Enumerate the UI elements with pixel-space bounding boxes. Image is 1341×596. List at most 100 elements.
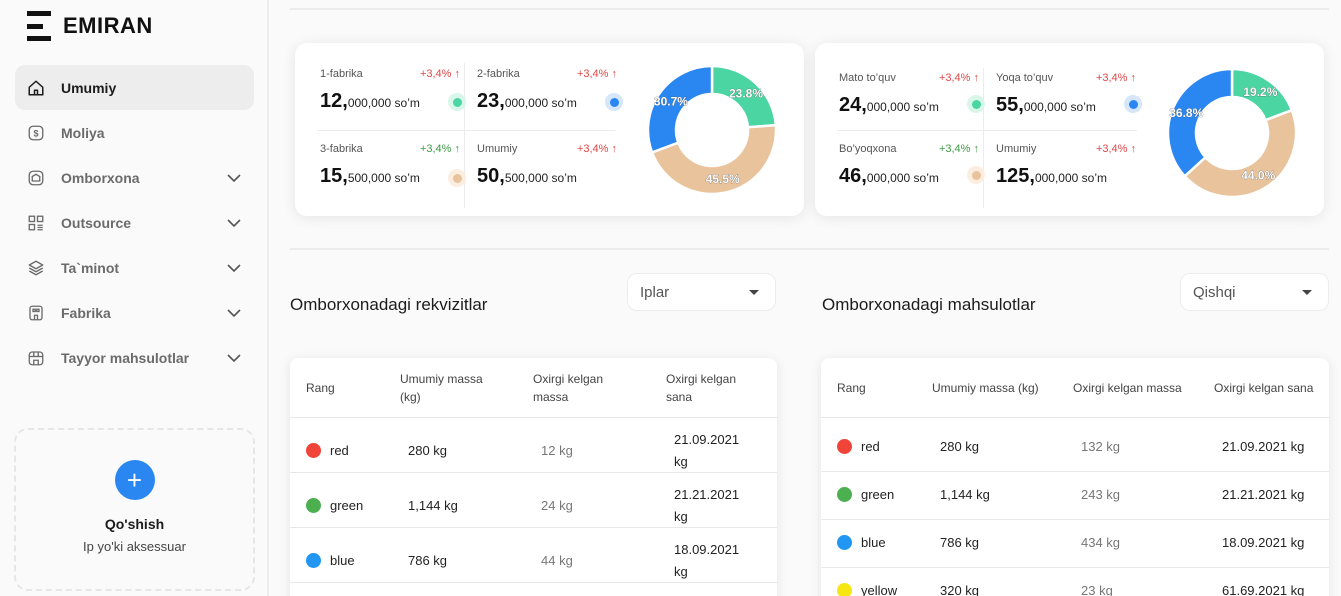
layers-icon: [27, 259, 45, 277]
stat-value: 23, 000,000 so’m: [477, 90, 617, 113]
donut-label: 44.0%: [1241, 169, 1275, 183]
add-button[interactable]: +: [114, 460, 155, 500]
add-item-panel: + Qo'shish Ip yo'ki aksessuar: [14, 428, 255, 591]
row-divider: [821, 519, 1329, 520]
color-name: blue: [330, 553, 355, 568]
stat-value-major: 24,: [839, 94, 867, 116]
table-header: Umumiy massa (kg): [400, 372, 483, 404]
summary-card-fabrika: 1-fabrika +3,4% ↑ 12, 000,000 so’m 2-fabr…: [295, 43, 804, 216]
table-header: Oxirgi kelgan massa: [533, 372, 604, 404]
sidebar-item-umumiy[interactable]: Umumiy: [15, 65, 254, 110]
stat-value-major: 55,: [996, 94, 1024, 116]
color-name: red: [330, 443, 349, 458]
requisites-table: Rang Umumiy massa (kg) Oxirgi kelgan mas…: [290, 358, 777, 596]
sidebar-item-tayyor-mahsulotlar[interactable]: Tayyor mahsulotlar: [15, 335, 254, 380]
color-name: yellow: [861, 583, 898, 596]
last-mass-cell: 132 kg: [1081, 439, 1121, 454]
stat-block: Umumiy +3,4% ↑ 125, 000,000 so’m: [996, 143, 1136, 188]
card-divider: [317, 130, 615, 131]
last-mass-cell: 12 kg: [541, 443, 573, 458]
last-mass-cell: 24 kg: [541, 498, 573, 513]
color-cell: blue: [837, 535, 886, 550]
color-dot: [306, 498, 321, 513]
stat-value: 125, 000,000 so’m: [996, 165, 1136, 188]
sidebar-item-fabrika[interactable]: Fabrika: [15, 290, 254, 335]
mass-cell: 280 kg: [940, 439, 980, 454]
date-cell: 18.09.2021 kg: [674, 542, 740, 579]
chevron-down-icon: [227, 264, 241, 273]
sidebar-item-taminot[interactable]: Ta`minot: [15, 245, 254, 290]
stat-delta: +3,4% ↑: [938, 143, 979, 155]
product-select[interactable]: Qishqi: [1180, 273, 1329, 311]
stat-block: 1-fabrika +3,4% ↑ 12, 000,000 so’m: [320, 68, 466, 113]
legend-dot: [967, 166, 985, 184]
mass-cell: 280 kg: [408, 443, 448, 458]
legend-dot: [448, 169, 466, 187]
mass-cell: 320 kg: [940, 583, 980, 596]
color-dot: [837, 535, 852, 550]
donut-label: 19.2%: [1243, 85, 1277, 99]
stat-block: Bo’yoqxona +3,4% ↑ 46, 000,000 so’m: [839, 143, 985, 188]
sidebar-item-label: Outsource: [61, 214, 132, 231]
stat-value-major: 15,: [320, 165, 348, 187]
warehouse-icon: [27, 169, 45, 187]
svg-text:$: $: [33, 128, 38, 138]
row-divider: [821, 567, 1329, 568]
stat-delta: +3,4% ↑: [419, 143, 460, 155]
mass-cell: 1,144 kg: [940, 487, 990, 502]
stat-value-major: 12,: [320, 90, 348, 112]
stat-delta: +3,4% ↑: [1095, 72, 1136, 84]
color-name: red: [861, 439, 880, 454]
table-header: Oxirgi kelgan sana: [1214, 381, 1314, 395]
stat-value: 15, 500,000 so’m: [320, 165, 460, 188]
stat-value-minor: 500,000 so’m: [347, 171, 420, 185]
color-dot: [306, 553, 321, 568]
stat-value: 12, 000,000 so’m: [320, 90, 460, 113]
caret-down-icon: [749, 290, 759, 295]
select-value: Qishqi: [1193, 283, 1236, 301]
sidebar-item-label: Fabrika: [61, 304, 111, 321]
sidebar-nav: Umumiy $ Moliya Omborxona Outsource Ta`m…: [15, 65, 254, 380]
color-cell: blue: [306, 553, 355, 568]
card-divider: [464, 63, 465, 208]
stat-delta: +3,4% ↑: [576, 68, 617, 80]
legend-dot: [967, 95, 985, 113]
stat-block: 2-fabrika +3,4% ↑ 23, 000,000 so’m: [477, 68, 623, 113]
color-name: blue: [861, 535, 886, 550]
chevron-down-icon: [227, 219, 241, 228]
color-dot: [837, 439, 852, 454]
color-name: green: [861, 487, 895, 502]
donut-label: 23.8%: [729, 86, 763, 100]
stat-value: 50, 500,000 so’m: [477, 165, 617, 188]
stat-value-minor: 000,000 so’m: [504, 96, 577, 110]
select-value: Iplar: [640, 283, 670, 301]
color-dot: [837, 487, 852, 502]
caret-down-icon: [1302, 290, 1312, 295]
color-cell: yellow: [837, 583, 897, 596]
category-select[interactable]: Iplar: [627, 273, 776, 311]
sidebar-item-moliya[interactable]: $ Moliya: [15, 110, 254, 155]
stat-value-major: 50,: [477, 165, 505, 187]
sidebar-item-outsource[interactable]: Outsource: [15, 200, 254, 245]
stat-delta: +3,4% ↑: [1095, 143, 1136, 155]
mass-cell: 786 kg: [940, 535, 980, 550]
date-cell: 61.69.2021 kg: [1222, 583, 1305, 596]
row-divider: [821, 417, 1329, 418]
sidebar-item-omborxona[interactable]: Omborxona: [15, 155, 254, 200]
products-table: Rang Umumiy massa (kg) Oxirgi kelgan mas…: [821, 358, 1329, 596]
section-title: Omborxonadagi mahsulotlar: [822, 295, 1036, 314]
grid-icon: [27, 214, 45, 232]
stat-delta: +3,4% ↑: [419, 68, 460, 80]
donut-label: 30.7%: [654, 95, 688, 109]
color-name: green: [330, 498, 364, 513]
sidebar-item-label: Umumiy: [61, 79, 117, 96]
sidebar: EMIRAN Umumiy $ Moliya Omborxona Outsour…: [0, 0, 269, 596]
table-header: Rang: [837, 381, 866, 395]
chevron-down-icon: [227, 309, 241, 318]
app: EMIRAN Umumiy $ Moliya Omborxona Outsour…: [0, 0, 1341, 596]
logo[interactable]: EMIRAN: [27, 11, 153, 41]
color-cell: green: [837, 487, 894, 502]
table-header: Umumiy massa (kg): [932, 381, 1039, 395]
stat-delta: +3,4% ↑: [938, 72, 979, 84]
stat-value: 24, 000,000 so’m: [839, 94, 979, 117]
